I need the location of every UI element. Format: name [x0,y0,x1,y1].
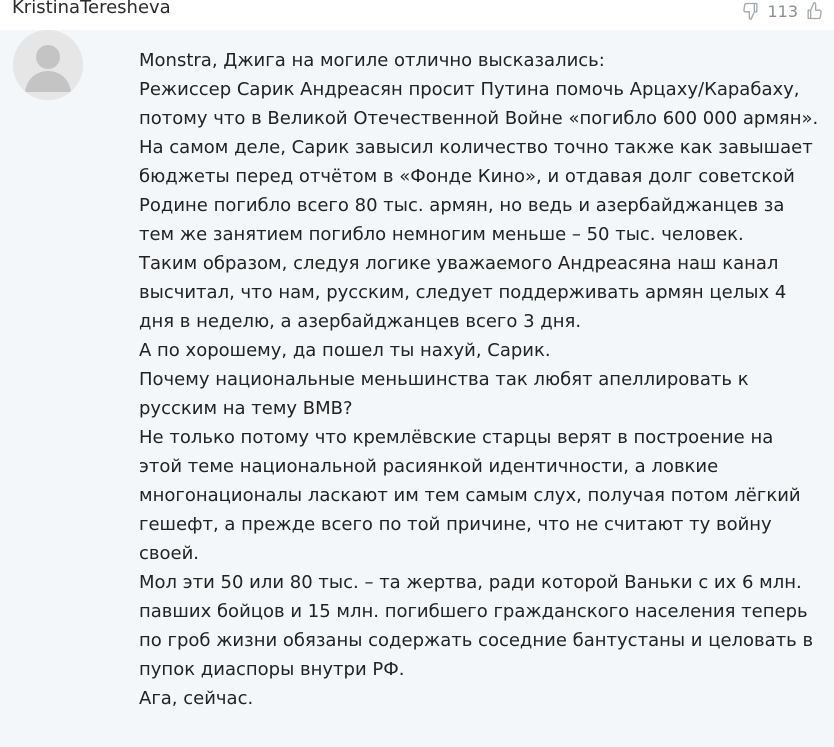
vote-count: 113 [767,1,798,21]
comment-paragraph: На самом деле, Сарик завысил количество … [139,137,813,245]
thumbs-down-icon[interactable] [741,1,761,21]
comment-paragraph: Monstra, Джига на могиле отлично высказа… [139,50,605,71]
comment-paragraph: Мол эти 50 или 80 тыс. – та жертва, ради… [139,572,814,680]
comment-paragraph: Режиссер Сарик Андреасян просит Путина п… [139,79,819,129]
comment-author[interactable]: KristinaTeresheva [12,0,171,19]
thumbs-up-icon[interactable] [804,1,824,21]
comment-paragraph: Таким образом, следуя логике уважаемого … [139,253,787,332]
comment-paragraph: Почему национальные меньшинства так любя… [139,369,749,419]
comment-paragraph: А по хорошему, да пошел ты нахуй, Сарик. [139,340,551,361]
comment-header: KristinaTeresheva 113 [0,0,834,30]
vote-section: 113 [741,1,824,21]
comment-body: Monstra, Джига на могиле отлично высказа… [139,46,819,713]
comment-paragraph: Не только потому что кремлёвские старцы … [139,427,801,564]
comment-card: KristinaTeresheva 113 Monstra, Джига на … [0,0,834,747]
comment-paragraph: Ага, сейчас. [139,688,254,709]
user-avatar-icon[interactable] [13,30,83,100]
